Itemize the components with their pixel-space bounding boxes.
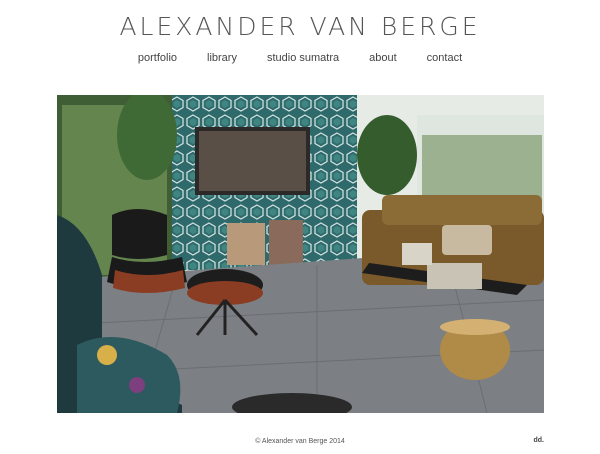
hero-photo — [57, 95, 544, 413]
nav-portfolio[interactable]: portfolio — [138, 52, 177, 64]
credit-link[interactable]: dd. — [534, 437, 545, 444]
nav-contact[interactable]: contact — [427, 52, 462, 64]
main-nav: portfolio library studio sumatra about c… — [0, 52, 600, 64]
interior-photo — [57, 95, 544, 413]
copyright-text: © Alexander van Berge 2014 — [255, 438, 345, 445]
site-title[interactable]: ALEXANDER VAN BERGE — [0, 12, 600, 41]
nav-about[interactable]: about — [369, 52, 397, 64]
nav-studio-sumatra[interactable]: studio sumatra — [267, 52, 339, 64]
nav-library[interactable]: library — [207, 52, 237, 64]
